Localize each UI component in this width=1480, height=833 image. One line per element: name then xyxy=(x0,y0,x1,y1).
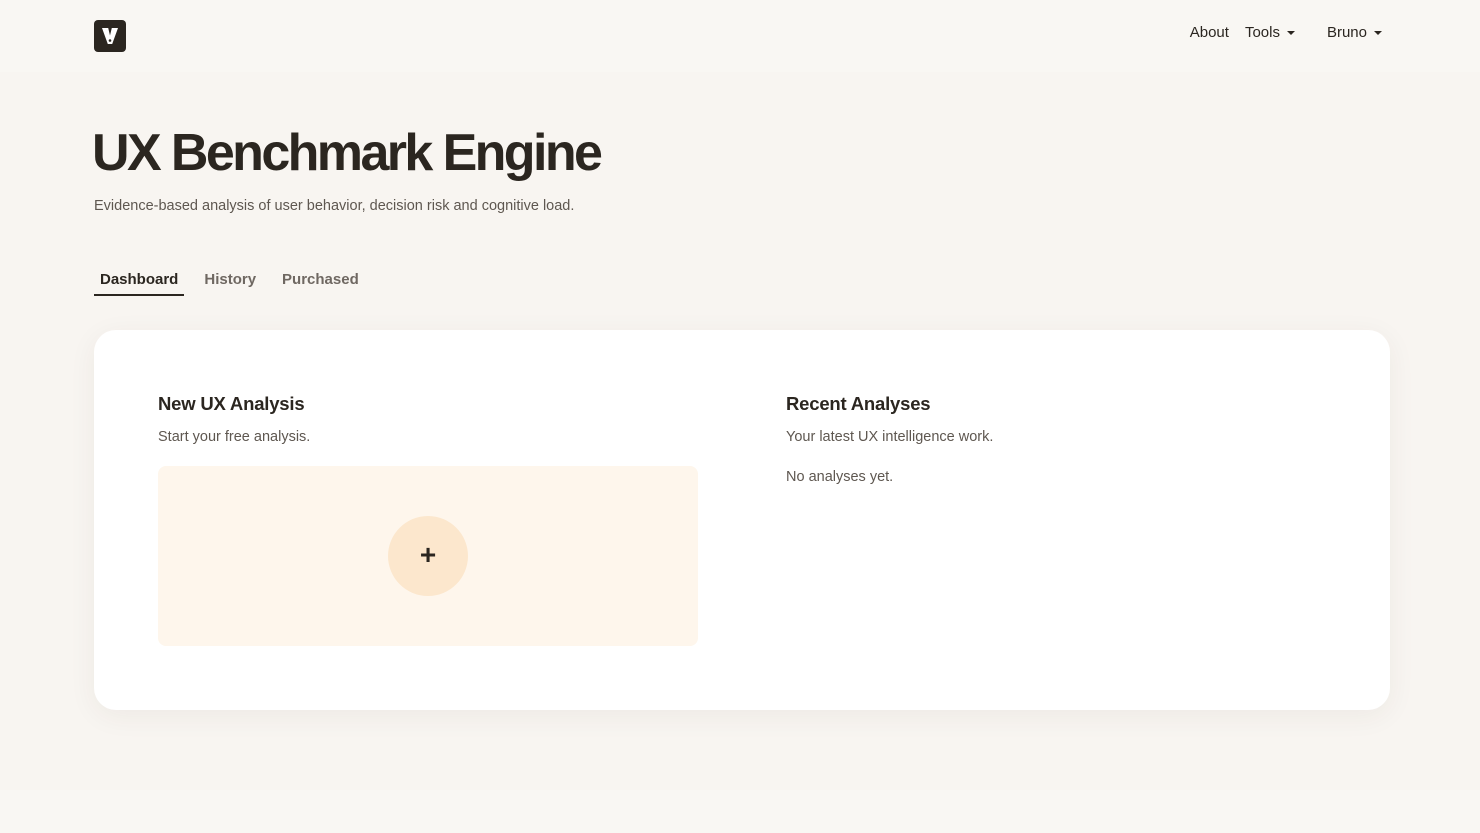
nav-about-link[interactable]: About xyxy=(1190,24,1229,41)
recent-analyses-empty: No analyses yet. xyxy=(786,469,894,485)
add-analysis-button[interactable]: + xyxy=(388,516,468,596)
nav-tools-label: Tools xyxy=(1244,24,1280,41)
page-title: UX Benchmark Engine xyxy=(92,124,603,182)
caret-down-icon xyxy=(1286,31,1295,35)
caret-down-icon xyxy=(1374,31,1382,35)
nav-tools-dropdown[interactable]: Tools xyxy=(1245,24,1295,41)
dashboard-card: New UX Analysis Start your free analysis… xyxy=(94,330,1390,710)
plus-icon: + xyxy=(419,539,437,570)
tab-purchased[interactable]: Purchased xyxy=(276,271,365,296)
tab-dashboard[interactable]: Dashboard xyxy=(94,271,185,296)
footer xyxy=(0,790,1480,833)
recent-analyses-subtitle: Your latest UX intelligence work. xyxy=(786,429,994,445)
page-subtitle: Evidence-based analysis of user behavior… xyxy=(94,198,575,214)
tab-history[interactable]: History xyxy=(198,271,262,296)
user-menu-dropdown[interactable]: Bruno xyxy=(1327,24,1382,41)
recent-analyses-title: Recent Analyses xyxy=(786,393,931,414)
logo[interactable] xyxy=(94,20,126,52)
new-analysis-dropzone[interactable]: + xyxy=(158,466,698,646)
logo-v-icon xyxy=(102,28,118,44)
new-analysis-title: New UX Analysis xyxy=(158,393,305,414)
tabs: Dashboard History Purchased xyxy=(94,271,379,296)
user-menu-label: Bruno xyxy=(1326,24,1367,41)
new-analysis-subtitle: Start your free analysis. xyxy=(158,429,311,445)
nav-links: About Tools Bruno xyxy=(1190,24,1382,41)
navbar: About Tools Bruno xyxy=(0,0,1480,72)
